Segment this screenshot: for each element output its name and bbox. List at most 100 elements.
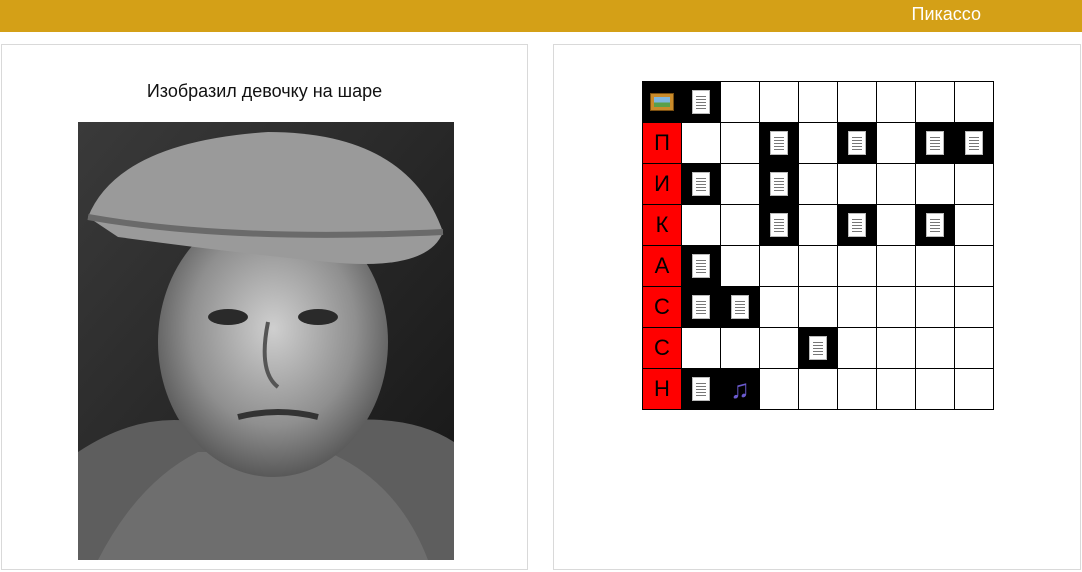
- crossword-cell[interactable]: [720, 327, 760, 369]
- crossword-cell[interactable]: [876, 245, 916, 287]
- crossword-cell[interactable]: [681, 327, 721, 369]
- crossword-letter-cell: И: [642, 163, 682, 205]
- crossword-cell[interactable]: [798, 245, 838, 287]
- crossword-cell[interactable]: [720, 163, 760, 205]
- crossword-cell[interactable]: [915, 163, 955, 205]
- crossword-row: С: [642, 327, 994, 369]
- crossword-row: И: [642, 163, 994, 205]
- crossword-cell[interactable]: [759, 327, 799, 369]
- crossword-cell[interactable]: [798, 327, 838, 369]
- crossword-cell[interactable]: [720, 81, 760, 123]
- document-icon[interactable]: [692, 377, 710, 401]
- crossword-letter-cell: П: [642, 122, 682, 164]
- crossword-cell[interactable]: [954, 286, 994, 328]
- crossword-cell[interactable]: [798, 368, 838, 410]
- crossword-cell[interactable]: [681, 368, 721, 410]
- crossword-cell[interactable]: [759, 245, 799, 287]
- crossword-cell[interactable]: [954, 81, 994, 123]
- crossword-cell[interactable]: [759, 368, 799, 410]
- crossword-cell[interactable]: ♫: [720, 368, 760, 410]
- document-icon[interactable]: [770, 131, 788, 155]
- crossword-cell[interactable]: [915, 368, 955, 410]
- crossword-letter-cell: К: [642, 204, 682, 246]
- crossword-letter-cell: Н: [642, 368, 682, 410]
- crossword-cell[interactable]: [954, 368, 994, 410]
- crossword-row: А: [642, 245, 994, 287]
- picture-icon[interactable]: [650, 92, 674, 111]
- crossword-cell[interactable]: [915, 245, 955, 287]
- crossword-cell[interactable]: [681, 286, 721, 328]
- document-icon[interactable]: [926, 213, 944, 237]
- crossword-cell[interactable]: [954, 245, 994, 287]
- crossword-cell[interactable]: [915, 286, 955, 328]
- crossword-cell[interactable]: [876, 122, 916, 164]
- crossword-cell[interactable]: [720, 286, 760, 328]
- document-icon[interactable]: [692, 254, 710, 278]
- document-icon[interactable]: [692, 295, 710, 319]
- crossword-cell[interactable]: [720, 245, 760, 287]
- crossword-row: П: [642, 122, 994, 164]
- crossword-cell[interactable]: [642, 81, 682, 123]
- crossword-cell[interactable]: [798, 286, 838, 328]
- crossword-cell[interactable]: [876, 286, 916, 328]
- document-icon[interactable]: [848, 213, 866, 237]
- crossword-cell[interactable]: [837, 163, 877, 205]
- crossword-cell[interactable]: [876, 204, 916, 246]
- crossword-cell[interactable]: [759, 81, 799, 123]
- document-icon[interactable]: [965, 131, 983, 155]
- crossword-row: К: [642, 204, 994, 246]
- image-panel: Изобразил девочку на шаре: [1, 44, 528, 570]
- document-icon[interactable]: [926, 131, 944, 155]
- crossword-cell[interactable]: [876, 163, 916, 205]
- crossword-cell[interactable]: [837, 204, 877, 246]
- crossword-grid: П И К А С С Н ♫: [642, 81, 994, 410]
- document-icon[interactable]: [692, 90, 710, 114]
- crossword-cell[interactable]: [915, 81, 955, 123]
- crossword-cell[interactable]: [759, 163, 799, 205]
- music-note-icon[interactable]: ♫: [730, 374, 750, 404]
- crossword-cell[interactable]: [876, 81, 916, 123]
- crossword-cell[interactable]: [759, 286, 799, 328]
- crossword-cell[interactable]: [759, 204, 799, 246]
- crossword-cell[interactable]: [837, 327, 877, 369]
- document-icon[interactable]: [848, 131, 866, 155]
- crossword-cell[interactable]: [720, 122, 760, 164]
- crossword-letter-cell: А: [642, 245, 682, 287]
- crossword-cell[interactable]: [681, 245, 721, 287]
- image-caption: Изобразил девочку на шаре: [146, 81, 383, 101]
- crossword-cell[interactable]: [837, 245, 877, 287]
- crossword-cell[interactable]: [954, 122, 994, 164]
- crossword-cell[interactable]: [954, 327, 994, 369]
- crossword-cell[interactable]: [759, 122, 799, 164]
- document-icon[interactable]: [770, 172, 788, 196]
- document-icon[interactable]: [692, 172, 710, 196]
- crossword-cell[interactable]: [915, 204, 955, 246]
- crossword-cell[interactable]: [915, 327, 955, 369]
- crossword-cell[interactable]: [681, 204, 721, 246]
- crossword-panel: П И К А С С Н ♫: [553, 44, 1081, 570]
- crossword-cell[interactable]: [681, 122, 721, 164]
- crossword-cell[interactable]: [954, 163, 994, 205]
- crossword-cell[interactable]: [915, 122, 955, 164]
- document-icon[interactable]: [809, 336, 827, 360]
- portrait-photo: [78, 122, 454, 560]
- crossword-cell[interactable]: [837, 122, 877, 164]
- crossword-cell[interactable]: [798, 81, 838, 123]
- document-icon[interactable]: [770, 213, 788, 237]
- crossword-cell[interactable]: [798, 163, 838, 205]
- crossword-cell[interactable]: [798, 204, 838, 246]
- document-icon[interactable]: [731, 295, 749, 319]
- crossword-cell[interactable]: [954, 204, 994, 246]
- crossword-cell[interactable]: [876, 368, 916, 410]
- crossword-cell[interactable]: [720, 204, 760, 246]
- crossword-cell[interactable]: [876, 327, 916, 369]
- crossword-letter-cell: С: [642, 286, 682, 328]
- crossword-cell[interactable]: [681, 163, 721, 205]
- crossword-cell[interactable]: [681, 81, 721, 123]
- crossword-cell[interactable]: [837, 368, 877, 410]
- crossword-cell[interactable]: [798, 122, 838, 164]
- crossword-row: Н ♫: [642, 368, 994, 410]
- crossword-cell[interactable]: [837, 286, 877, 328]
- crossword-cell[interactable]: [837, 81, 877, 123]
- crossword-row: [642, 81, 994, 123]
